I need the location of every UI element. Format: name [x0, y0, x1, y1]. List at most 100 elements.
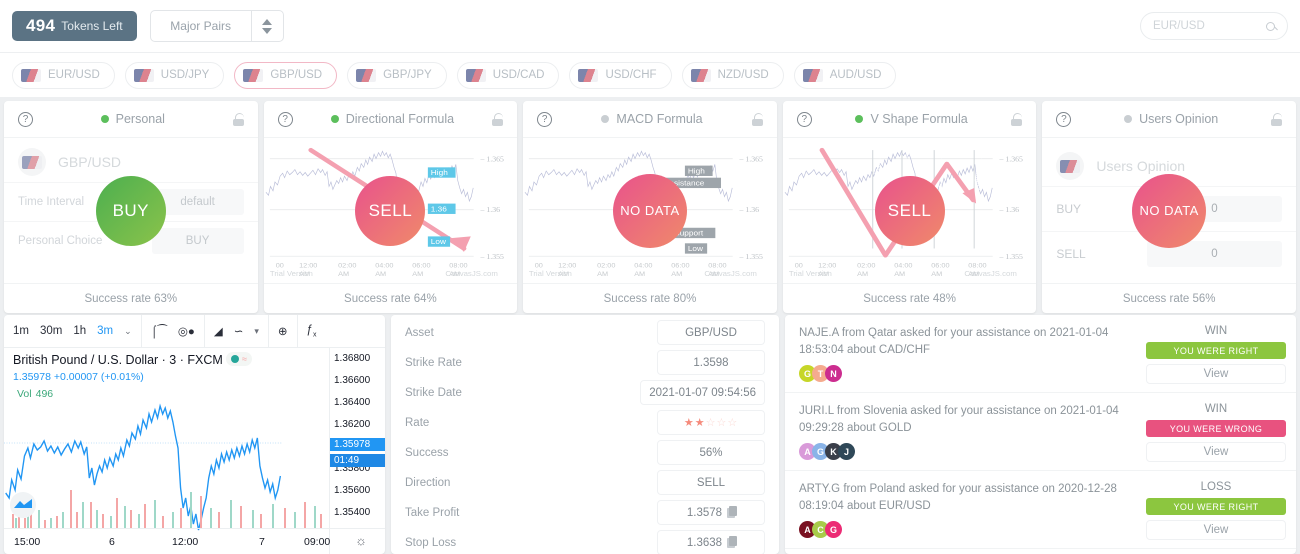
unlock-icon[interactable]	[492, 112, 504, 126]
svg-text:AM: AM	[412, 271, 423, 278]
price-axis[interactable]: 1.36800 1.36600 1.36400 1.36200 1.35800 1.356…	[329, 348, 385, 554]
unlock-icon[interactable]	[1011, 112, 1023, 126]
indicators-group: ⊕	[269, 315, 298, 347]
interval-30m[interactable]: 30m	[40, 325, 62, 337]
delayed-data-icon: ≈	[242, 354, 247, 364]
area-chart-icon[interactable]: ◢	[214, 324, 223, 338]
search-input[interactable]	[1153, 20, 1263, 32]
signal-bubble[interactable]: SELL	[355, 175, 426, 246]
search-box[interactable]	[1140, 12, 1288, 40]
svg-text:– 1.36: – 1.36	[739, 206, 760, 214]
help-icon[interactable]: ?	[537, 111, 553, 127]
success-rate-label: Success rate 48%	[863, 292, 956, 305]
pair-tab-label: NZD/USD	[717, 69, 769, 81]
card-users-opinion: ? Users Opinion Users Opinion BUY 0 SELL 0 NO D…	[1042, 101, 1296, 313]
card-header: ? Directional Formula	[263, 101, 518, 138]
pair-tab-usd-chf[interactable]: USD/CHF	[569, 61, 672, 89]
flag-avatar-icon	[18, 148, 46, 176]
unlock-icon[interactable]	[232, 112, 244, 126]
time-tick: 6	[109, 535, 115, 548]
drawing-tools-group: ⌠⁀ ◎●	[142, 315, 205, 347]
pair-tab-nzd-usd[interactable]: NZD/USD	[681, 61, 784, 89]
pair-tab-usd-cad[interactable]: USD/CAD	[456, 61, 560, 89]
copy-icon[interactable]	[727, 505, 738, 518]
signal-bubble[interactable]: BUY	[95, 175, 166, 246]
card-v-shape-formula: ? V Shape Formula – 1.365 – 1.36 – 1.355 V UP…	[782, 101, 1037, 313]
signal-bubble-label: NO DATA	[620, 203, 680, 218]
request-item[interactable]: MARK.S from United Kingdom asked for you…	[785, 549, 1296, 554]
chevron-down-icon[interactable]: ▾	[254, 326, 259, 337]
help-icon[interactable]: ?	[1056, 111, 1072, 127]
help-icon[interactable]: ?	[18, 111, 33, 127]
interval-1h[interactable]: 1h	[73, 325, 86, 337]
interval-1m[interactable]: 1m	[13, 325, 29, 337]
request-main: ARTY.G from Poland asked for your assist…	[799, 481, 1136, 540]
signal-row-value[interactable]: GBP/USD	[657, 320, 765, 345]
svg-text:V UP high2: V UP high2	[974, 154, 984, 191]
card-body: – 1.365– 1.36– 1.355 High Resistance Suppor…	[523, 138, 777, 283]
request-view-button[interactable]: View	[1146, 364, 1286, 384]
chart-symbol-title: British Pound / U.S. Dollar · 3 · FXCM	[13, 353, 223, 367]
pairs-group-select[interactable]: Major Pairs	[149, 10, 284, 42]
signal-row-value[interactable]: 1.3578	[657, 500, 765, 525]
svg-text:12:00: 12:00	[818, 263, 836, 270]
unlock-icon[interactable]	[751, 112, 763, 126]
signal-bubble[interactable]: NO DATA	[1132, 173, 1207, 248]
pair-tab-label: USD/CAD	[492, 69, 545, 81]
unlock-icon[interactable]	[1270, 112, 1282, 126]
svg-text:06:00: 06:00	[671, 263, 689, 270]
request-item[interactable]: JURI.L from Slovenia asked for your assi…	[785, 393, 1296, 471]
signal-row-value[interactable]: ★★☆☆☆	[657, 410, 765, 435]
svg-text:– 1.36: – 1.36	[479, 206, 500, 214]
chart-toolbar: 1m 30m 1h 3m ⌄ ⌠⁀ ◎● ◢ ∽ ▾ ⊕ ƒx	[4, 315, 385, 348]
card-header: ? Users Opinion	[1042, 101, 1296, 138]
svg-text:04:00: 04:00	[894, 263, 912, 270]
svg-text:00: 00	[794, 263, 802, 270]
signal-row-value[interactable]: 56%	[657, 440, 765, 465]
pair-tab-usd-jpy[interactable]: USD/JPY	[124, 61, 225, 89]
dashboard-root: 494 Tokens Left Major Pairs EUR/USD USD/J…	[0, 0, 1300, 554]
candle-chart-tool-icon[interactable]: ◎●	[178, 324, 195, 338]
request-view-button[interactable]: View	[1146, 520, 1286, 540]
time-axis[interactable]: ☼ 15:00 6 12:00 7 09:00	[4, 528, 385, 554]
pair-tab-eur-usd[interactable]: EUR/USD	[12, 61, 115, 89]
signal-row-value[interactable]: SELL	[657, 470, 765, 495]
card-title: Directional Formula	[293, 112, 493, 126]
function-icon[interactable]: ƒx	[307, 324, 317, 338]
pair-tab-label: GBP/JPY	[383, 69, 432, 81]
pairs-group-stepper[interactable]	[250, 11, 283, 41]
chart-canvas[interactable]: British Pound / U.S. Dollar · 3 · FXCM ≈…	[4, 348, 385, 554]
volume-value: 496	[35, 388, 54, 400]
help-icon[interactable]: ?	[796, 111, 812, 127]
signal-bubble[interactable]: NO DATA	[612, 173, 687, 248]
request-view-button[interactable]: View	[1146, 442, 1286, 462]
help-icon[interactable]: ?	[277, 111, 293, 127]
chevron-down-icon[interactable]: ⌄	[124, 326, 132, 337]
pair-tab-gbp-jpy[interactable]: GBP/JPY	[347, 61, 447, 89]
signal-bubble[interactable]: SELL	[874, 175, 945, 246]
chevron-up-icon	[262, 18, 273, 25]
card-row-value[interactable]: BUY	[151, 228, 244, 254]
svg-text:AM: AM	[931, 271, 942, 278]
request-item[interactable]: NAJE.A from Qatar asked for your assista…	[785, 315, 1296, 393]
copy-icon[interactable]	[727, 535, 738, 548]
signal-row-value[interactable]: 1.3598	[657, 350, 765, 375]
card-title-label: MACD Formula	[616, 112, 703, 126]
svg-text:08:00: 08:00	[449, 263, 467, 270]
signal-row-value[interactable]: 2021-01-07 09:54:56	[640, 380, 765, 405]
chart-settings-icon[interactable]: ☼	[355, 533, 367, 548]
request-status: WIN	[1204, 325, 1228, 337]
time-tick: 7	[259, 535, 265, 548]
bar-chart-tool-icon[interactable]: ⌠⁀	[151, 324, 167, 338]
assistance-requests-panel[interactable]: NAJE.A from Qatar asked for your assista…	[785, 315, 1296, 554]
pair-tab-gbp-usd[interactable]: GBP/USD	[234, 61, 338, 89]
request-item[interactable]: ARTY.G from Poland asked for your assist…	[785, 471, 1296, 549]
add-indicator-icon[interactable]: ⊕	[278, 324, 288, 338]
interval-3m[interactable]: 3m	[97, 325, 113, 337]
signal-bubble-label: NO DATA	[1139, 203, 1199, 218]
signal-row-value[interactable]: 1.3638	[657, 530, 765, 554]
line-chart-icon[interactable]: ∽	[234, 324, 244, 338]
pair-tab-aud-usd[interactable]: AUD/USD	[793, 61, 897, 89]
signal-row-label: Take Profit	[405, 506, 460, 519]
request-text: JURI.L from Slovenia asked for your assi…	[799, 405, 1119, 434]
